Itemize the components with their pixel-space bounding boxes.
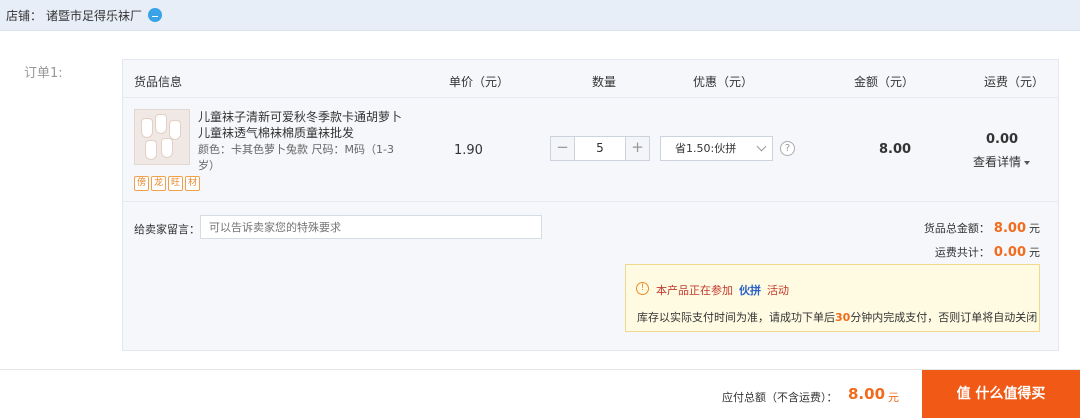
chat-icon[interactable] [148, 8, 163, 22]
increase-button[interactable]: + [625, 137, 649, 160]
goods-total-value: 8.00 [993, 221, 1026, 236]
shop-label: 店铺： [6, 8, 43, 23]
view-details-label: 查看详情 [973, 155, 1022, 169]
seller-message-input[interactable] [200, 215, 542, 239]
service-badge-icon: 旺 [168, 176, 183, 191]
header-goods: 货品信息 [134, 75, 183, 89]
help-icon[interactable]: ? [780, 141, 795, 156]
submit-order-button[interactable]: 值 什么值得买 [922, 370, 1080, 418]
header-unit-price: 单价（元） [449, 75, 510, 89]
item-amount: 8.00 [879, 142, 912, 157]
checkout-bar: 应付总额（不含运费）： 8.00 元 值 什么值得买 [0, 369, 1080, 418]
header-amount: 金额（元） [854, 75, 915, 89]
service-badge-icon: 材 [185, 176, 200, 191]
total-label: 应付总额（不含运费）： [722, 391, 838, 404]
shop-bar: 店铺： 诸暨市足得乐袜厂 [0, 0, 1080, 31]
table-row: 儿童袜子清新可爱秋冬季款卡通胡萝卜儿童袜透气棉袜棉质童袜批发 颜色：卡其色萝卜兔… [123, 99, 1058, 202]
warning-icon: ! [636, 282, 649, 295]
header-discount: 优惠（元） [693, 75, 754, 89]
quantity-stepper: − 5 + [550, 136, 650, 161]
order-label: 订单1: [24, 66, 63, 81]
chevron-down-icon [756, 141, 767, 152]
caret-down-icon [1024, 160, 1031, 165]
goods-total-unit: 元 [1029, 222, 1040, 235]
promotion-notice: ! 本产品正在参加 伙拼 活动 库存以实际支付时间为准，请成功下单后30分钟内完成支… [625, 264, 1040, 332]
decrease-button[interactable]: − [551, 137, 575, 160]
header-quantity: 数量 [592, 75, 617, 89]
view-details-link[interactable]: 查看详情 [973, 153, 1031, 170]
product-thumbnail[interactable] [134, 109, 190, 165]
notice-line-payment: 库存以实际支付时间为准，请成功下单后30分钟内完成支付，否则订单将自动关闭 [637, 309, 1037, 325]
notice-payment-a: 库存以实际支付时间为准，请成功下单后 [637, 311, 835, 324]
product-attributes: 颜色：卡其色萝卜兔款 尺码：M码（1-3岁） [198, 143, 394, 172]
shipping-total-row: 运费共计： 0.00 元 [935, 244, 1040, 260]
message-label: 给卖家留言： [134, 223, 200, 236]
total-value: 8.00 [848, 385, 886, 403]
goods-total-label: 货品总金额： [923, 222, 990, 235]
total-unit: 元 [888, 391, 899, 404]
discount-select-value: 省1.50:伙拼 [675, 142, 737, 155]
service-badge-icon: 龙 [151, 176, 166, 191]
table-header: 货品信息 单价（元） 数量 优惠（元） 金额（元） 运费（元） [123, 60, 1058, 98]
discount-select[interactable]: 省1.50:伙拼 [660, 136, 773, 161]
product-title-link[interactable]: 儿童袜子清新可爱秋冬季款卡通胡萝卜儿童袜透气棉袜棉质童袜批发 [198, 109, 408, 141]
unit-price: 1.90 [454, 143, 483, 158]
header-shipping: 运费（元） [984, 75, 1045, 89]
activity-link[interactable]: 伙拼 [739, 284, 761, 297]
goods-total-row: 货品总金额： 8.00 元 [924, 220, 1040, 236]
service-badges: 傍 龙 旺 材 [134, 176, 200, 191]
quantity-input[interactable]: 5 [575, 137, 625, 160]
order-box: 货品信息 单价（元） 数量 优惠（元） 金额（元） 运费（元） 儿童袜子清新可爱… [122, 59, 1059, 351]
shipping-total-label: 运费共计： [934, 246, 990, 259]
notice-line-activity: 本产品正在参加 伙拼 活动 [656, 282, 789, 298]
notice-suffix: 活动 [767, 284, 789, 297]
shop-name-link[interactable]: 诸暨市足得乐袜厂 [46, 7, 142, 24]
notice-payment-b: 分钟内完成支付，否则订单将自动关闭 [850, 311, 1038, 324]
shipping-total-unit: 元 [1029, 246, 1040, 259]
notice-minutes: 30 [835, 311, 851, 324]
item-shipping: 0.00 [986, 132, 1019, 147]
notice-prefix: 本产品正在参加 [656, 284, 733, 297]
shipping-total-value: 0.00 [993, 245, 1026, 260]
service-badge-icon: 傍 [134, 176, 149, 191]
